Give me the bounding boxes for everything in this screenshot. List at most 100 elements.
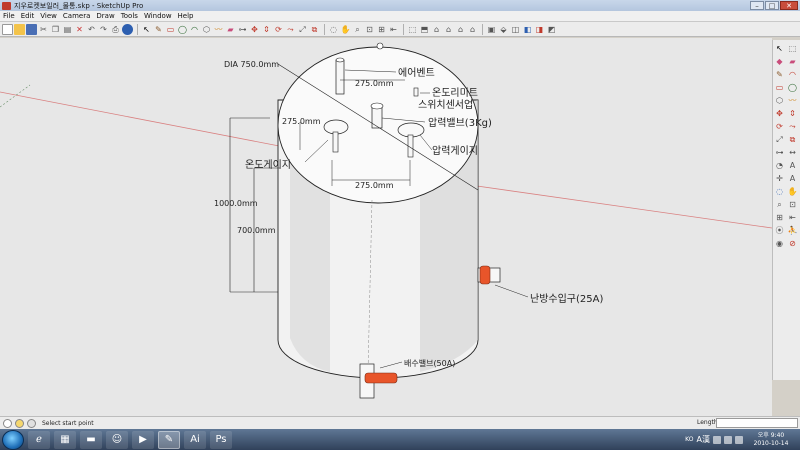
menu-tools[interactable]: Tools (118, 12, 141, 20)
front-view-icon[interactable]: ⌂ (431, 24, 442, 35)
menu-edit[interactable]: Edit (18, 12, 38, 20)
section-plane-icon[interactable]: ⊘ (787, 238, 798, 249)
circle-icon[interactable]: ◯ (177, 24, 188, 35)
hidden-line-icon[interactable]: ◫ (510, 24, 521, 35)
redo-icon[interactable]: ↷ (98, 24, 109, 35)
circle-tool-icon[interactable]: ◯ (787, 82, 798, 93)
orbit-tool-icon[interactable]: ◌ (774, 186, 785, 197)
scale-tool-icon[interactable]: ⤢ (774, 134, 785, 145)
xray-icon[interactable]: ▣ (486, 24, 497, 35)
undo-icon[interactable]: ↶ (86, 24, 97, 35)
look-around-icon[interactable]: ◉ (774, 238, 785, 249)
menu-draw[interactable]: Draw (93, 12, 117, 20)
credits-icon[interactable] (15, 418, 24, 428)
arc-tool-icon[interactable]: ◠ (787, 69, 798, 80)
geo-location-icon[interactable] (3, 418, 12, 428)
tape-measure-icon[interactable]: ⊶ (237, 24, 248, 35)
model-canvas[interactable]: DIA 750.0mm 275.0mm 275.0mm 275.0mm 1000… (0, 38, 772, 416)
zoom-tool-icon[interactable]: ⌕ (774, 199, 785, 210)
wireframe-icon[interactable]: ⬙ (498, 24, 509, 35)
shaded-icon[interactable]: ◧ (522, 24, 533, 35)
paste-icon[interactable]: ▤ (62, 24, 73, 35)
orbit-icon[interactable]: ◌ (328, 24, 339, 35)
volume-icon[interactable] (724, 435, 732, 444)
drawing-viewport[interactable]: DIA 750.0mm 275.0mm 275.0mm 275.0mm 1000… (0, 38, 772, 416)
line-tool-icon[interactable]: ✎ (774, 69, 785, 80)
open-folder-icon[interactable] (14, 23, 25, 35)
explorer-taskbar-icon[interactable]: ▦ (54, 430, 76, 449)
zoom-window-icon[interactable]: ⊡ (364, 24, 375, 35)
push-pull-icon[interactable]: ⇕ (261, 24, 272, 35)
iso-view-icon[interactable]: ⬚ (407, 24, 418, 35)
previous-tool-icon[interactable]: ⇤ (787, 212, 798, 223)
axes-tool-icon[interactable]: ✛ (774, 173, 785, 184)
position-camera-icon[interactable]: ⦿ (774, 225, 785, 236)
sketchup-taskbar-icon[interactable]: ✎ (158, 430, 180, 449)
arc-icon[interactable]: ◠ (189, 24, 200, 35)
start-button[interactable] (2, 429, 24, 450)
follow-me-icon[interactable]: ⤳ (285, 24, 296, 35)
menu-help[interactable]: Help (175, 12, 197, 20)
rectangle-tool-icon[interactable]: ▭ (774, 82, 785, 93)
scale-icon[interactable]: ⤢ (297, 24, 308, 35)
menu-camera[interactable]: Camera (60, 12, 93, 20)
model-info-icon[interactable] (122, 23, 133, 35)
freehand-tool-icon[interactable]: 〰 (787, 95, 798, 106)
messenger-taskbar-icon[interactable]: ☺ (106, 430, 128, 449)
save-icon[interactable] (26, 23, 37, 35)
zoom-icon[interactable]: ⌕ (352, 24, 363, 35)
cut-icon[interactable]: ✂ (38, 24, 49, 35)
pencil-line-icon[interactable]: ✎ (153, 24, 164, 35)
select-arrow-icon[interactable]: ↖ (141, 24, 152, 35)
pan-icon[interactable]: ✋ (340, 24, 351, 35)
rotate-icon[interactable]: ⟳ (273, 24, 284, 35)
polygon-icon[interactable]: ⬡ (201, 24, 212, 35)
copy-icon[interactable]: ❐ (50, 24, 61, 35)
menu-view[interactable]: View (37, 12, 60, 20)
paint-bucket-icon[interactable]: ◆ (774, 56, 785, 67)
3d-text-tool-icon[interactable]: A (787, 173, 798, 184)
push-pull-tool-icon[interactable]: ⇕ (787, 108, 798, 119)
follow-me-tool-icon[interactable]: ⤳ (787, 121, 798, 132)
erase-icon[interactable]: ✕ (74, 24, 85, 35)
language-indicator[interactable]: KO (685, 436, 693, 443)
protractor-tool-icon[interactable]: ◔ (774, 160, 785, 171)
move-tool-icon[interactable]: ✥ (774, 108, 785, 119)
measurements-input[interactable] (716, 418, 798, 428)
media-taskbar-icon[interactable]: ▶ (132, 430, 154, 449)
ie-taskbar-icon[interactable]: ℯ (28, 430, 50, 449)
zoom-window-tool-icon[interactable]: ⊡ (787, 199, 798, 210)
right-view-icon[interactable]: ⌂ (443, 24, 454, 35)
clock[interactable]: 오후 9:40 2010-10-14 (746, 432, 796, 448)
network-icon[interactable] (713, 435, 721, 444)
close-button[interactable]: ✕ (780, 1, 798, 10)
rotate-tool-icon[interactable]: ⟳ (774, 121, 785, 132)
shaded-textures-icon[interactable]: ◨ (534, 24, 545, 35)
offset-tool-icon[interactable]: ⧉ (787, 134, 798, 145)
polygon-tool-icon[interactable]: ⬡ (774, 95, 785, 106)
new-file-icon[interactable] (2, 23, 13, 35)
select-tool-icon[interactable]: ↖ (774, 43, 785, 54)
menu-window[interactable]: Window (141, 12, 175, 20)
monochrome-icon[interactable]: ◩ (546, 24, 557, 35)
eraser-tool-icon[interactable]: ▰ (787, 56, 798, 67)
help-icon[interactable] (27, 418, 36, 428)
illustrator-taskbar-icon[interactable]: Ai (184, 430, 206, 449)
make-component-icon[interactable]: ⬚ (787, 43, 798, 54)
text-tool-icon[interactable]: A (787, 160, 798, 171)
offset-icon[interactable]: ⧉ (309, 24, 320, 35)
zoom-extents-icon[interactable]: ⊞ (376, 24, 387, 35)
title-bar[interactable]: 지우로켓보일러_물통.skp - SketchUp Pro – □ ✕ (0, 0, 800, 11)
tape-measure-tool-icon[interactable]: ⊶ (774, 147, 785, 158)
eraser-icon[interactable]: ▰ (225, 24, 236, 35)
maximize-button[interactable]: □ (765, 1, 779, 10)
left-view-icon[interactable]: ⌂ (467, 24, 478, 35)
rectangle-icon[interactable]: ▭ (165, 24, 176, 35)
previous-view-icon[interactable]: ⇤ (388, 24, 399, 35)
photoshop-taskbar-icon[interactable]: Ps (210, 430, 232, 449)
app-icon[interactable] (2, 1, 11, 10)
back-view-icon[interactable]: ⌂ (455, 24, 466, 35)
pan-tool-icon[interactable]: ✋ (787, 186, 798, 197)
minimize-button[interactable]: – (750, 1, 764, 10)
move-icon[interactable]: ✥ (249, 24, 260, 35)
